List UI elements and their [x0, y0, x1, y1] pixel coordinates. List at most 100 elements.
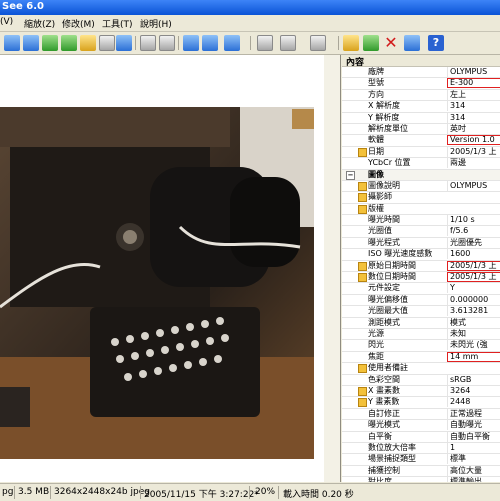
- toolbar: ✕ ?: [0, 32, 500, 55]
- property-row[interactable]: 色彩空間 sRGB: [342, 374, 500, 386]
- menu-view[interactable]: (V): [0, 17, 13, 27]
- editable-field-icon: [358, 181, 367, 191]
- property-row[interactable]: 捕獲控制 高位大量: [342, 465, 500, 478]
- property-label: 閃光: [368, 340, 384, 350]
- menu-help[interactable]: 說明(H): [140, 17, 172, 30]
- property-row[interactable]: 原始日期時間 2005/1/3 上: [342, 260, 500, 273]
- property-row[interactable]: 廠牌 OLYMPUS: [342, 67, 500, 79]
- property-row[interactable]: Y 畫素數 2448: [342, 397, 500, 409]
- property-row[interactable]: 攝影師: [342, 192, 500, 204]
- property-row[interactable]: 版權: [342, 203, 500, 216]
- property-label: YCbCr 位置: [368, 158, 411, 168]
- zoom-menu-icon[interactable]: [224, 35, 240, 51]
- title-bar: See 6.0: [0, 0, 500, 15]
- property-row[interactable]: 解析度單位 英吋: [342, 123, 500, 136]
- property-row[interactable]: 曝光程式 光圈優先: [342, 237, 500, 250]
- browse-icon[interactable]: [23, 35, 39, 51]
- property-row[interactable]: 使用者備註: [342, 363, 500, 375]
- property-row[interactable]: 軟體 Version 1.0: [342, 135, 500, 147]
- photo-rendering: [0, 107, 314, 459]
- property-value: 兩邊: [447, 158, 500, 169]
- open-folder-icon[interactable]: [4, 35, 20, 51]
- property-row[interactable]: X 畫素數 3264: [342, 385, 500, 398]
- property-row[interactable]: 元件設定 Y: [342, 283, 500, 295]
- status-datetime: 2005/11/15 下午 3:27:22*: [144, 490, 259, 500]
- property-row[interactable]: 方向 左上: [342, 89, 500, 102]
- property-row[interactable]: X 解析度 314: [342, 101, 500, 113]
- status-separator: [140, 486, 141, 499]
- full-screen-icon[interactable]: [159, 35, 175, 51]
- property-label: 攝影師: [368, 192, 392, 202]
- menu-modify[interactable]: 修改(M): [62, 17, 95, 30]
- property-value: E-300: [447, 78, 500, 89]
- property-row[interactable]: 對比度 標準輸出: [342, 477, 500, 482]
- property-row[interactable]: 數位放大倍率 1: [342, 442, 500, 455]
- menu-bar: (V) 縮放(Z) 修改(M) 工具(T) 說明(H): [0, 15, 500, 32]
- property-value: 2005/1/3 上: [447, 272, 500, 283]
- property-row[interactable]: 曝光模式 自動曝光: [342, 420, 500, 432]
- property-row[interactable]: 測距模式 模式: [342, 317, 500, 329]
- editable-field-icon: [358, 261, 367, 271]
- property-label: 圖像說明: [368, 180, 400, 190]
- property-label: 方向: [368, 89, 384, 99]
- status-bar: pg 3.5 MB 3264x2448x24b jpeg 2005/11/15 …: [0, 483, 500, 501]
- property-section[interactable]: − 圖像: [342, 169, 500, 181]
- back-icon[interactable]: [42, 35, 58, 51]
- hand-icon[interactable]: [80, 35, 96, 51]
- property-label: 版權: [368, 203, 384, 213]
- editable-field-icon: [358, 364, 367, 374]
- vertical-scrollbar[interactable]: [324, 55, 340, 482]
- rotate-icon[interactable]: [310, 35, 326, 51]
- print-icon[interactable]: [257, 35, 273, 51]
- property-row[interactable]: 圖像說明 OLYMPUS: [342, 180, 500, 193]
- property-label: 自訂修正: [368, 408, 400, 418]
- property-row[interactable]: 數位日期時間 2005/1/3 上: [342, 272, 500, 284]
- image-viewer[interactable]: [0, 55, 341, 482]
- property-value: 2005/1/3 上: [447, 146, 500, 157]
- property-row[interactable]: 光圈值 f/5.6: [342, 226, 500, 238]
- folder-open-icon[interactable]: [343, 35, 359, 51]
- property-value: 1/10 s: [447, 215, 500, 226]
- next-icon[interactable]: [61, 35, 77, 51]
- toolbar-separator: [250, 36, 251, 50]
- delete-icon[interactable]: ✕: [383, 35, 399, 51]
- status-dimensions: 3264x2448x24b jpeg: [54, 487, 150, 497]
- property-row[interactable]: 日期 2005/1/3 上: [342, 146, 500, 159]
- collapse-toggle-icon[interactable]: −: [346, 170, 355, 180]
- menu-zoom[interactable]: 縮放(Z): [24, 17, 55, 30]
- property-row[interactable]: 自訂修正 正常過程: [342, 408, 500, 421]
- zoom-out-icon[interactable]: [202, 35, 218, 51]
- menu-tools[interactable]: 工具(T): [102, 17, 133, 30]
- settings-icon[interactable]: [280, 35, 296, 51]
- zoom-icon[interactable]: [116, 35, 132, 51]
- property-row[interactable]: 白平衡 自動白平衡: [342, 431, 500, 443]
- property-label: 元件設定: [368, 283, 400, 293]
- property-row[interactable]: Y 解析度 314: [342, 112, 500, 124]
- property-label: 解析度單位: [368, 123, 408, 133]
- folder-move-icon[interactable]: [363, 35, 379, 51]
- property-row[interactable]: 場景捕捉類型 標準: [342, 454, 500, 466]
- property-label: 使用者備註: [368, 363, 408, 373]
- property-value: f/5.6: [447, 226, 500, 237]
- property-row[interactable]: 光圈最大值 3.613281: [342, 306, 500, 318]
- property-label: 數位日期時間: [368, 272, 416, 282]
- property-row[interactable]: 焦距 14 mm: [342, 351, 500, 364]
- help-icon[interactable]: ?: [428, 35, 444, 51]
- property-row[interactable]: 閃光 未閃光 (強: [342, 340, 500, 352]
- property-label: 曝光偏移值: [368, 294, 408, 304]
- select-icon[interactable]: [99, 35, 115, 51]
- property-label: 對比度: [368, 477, 392, 482]
- property-value: sRGB: [447, 374, 500, 385]
- property-row[interactable]: 曝光偏移值 0.000000: [342, 294, 500, 307]
- property-value: 2448: [447, 397, 500, 408]
- fit-window-icon[interactable]: [140, 35, 156, 51]
- property-row[interactable]: 光源 未知: [342, 328, 500, 341]
- property-row[interactable]: 曝光時間 1/10 s: [342, 215, 500, 227]
- zoom-in-icon[interactable]: [183, 35, 199, 51]
- edit-icon[interactable]: [404, 35, 420, 51]
- property-row[interactable]: ISO 曝光速度感數 1600: [342, 249, 500, 261]
- property-row[interactable]: YCbCr 位置 兩邊: [342, 158, 500, 170]
- property-row[interactable]: 型號 E-300: [342, 78, 500, 90]
- editable-field-icon: [358, 147, 367, 157]
- property-label: 捕獲控制: [368, 465, 400, 475]
